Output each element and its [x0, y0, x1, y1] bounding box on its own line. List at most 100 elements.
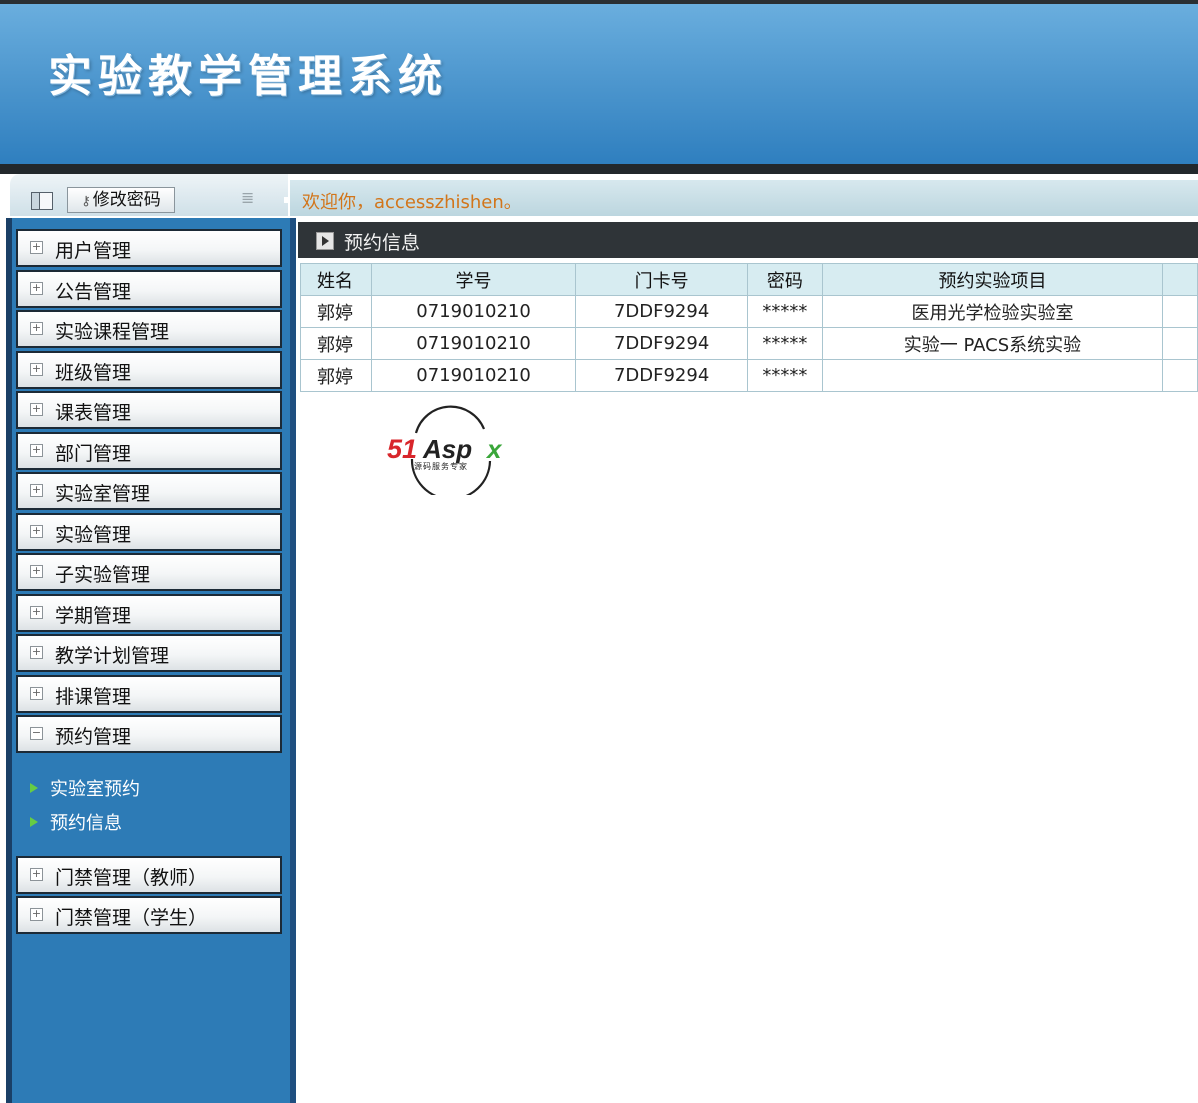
sidebar-menu-label: 部门管理	[55, 443, 132, 465]
sidebar-menu-item[interactable]: + 教学计划管理	[16, 634, 282, 672]
expand-icon: +	[30, 240, 43, 254]
expand-icon: +	[30, 443, 43, 457]
change-password-button[interactable]: ⚷ 修改密码	[67, 187, 175, 213]
expand-icon: +	[30, 362, 43, 376]
cell-project: 医用光学检验实验室	[821, 295, 1164, 328]
svg-text:51: 51	[387, 434, 417, 464]
column-header: 门卡号	[575, 263, 748, 296]
play-icon	[316, 232, 334, 250]
toggle-panel-icon[interactable]	[31, 192, 53, 210]
expand-icon: +	[30, 524, 43, 538]
arrow-right-icon	[30, 817, 38, 827]
sidebar-menu-item[interactable]: + 班级管理	[16, 351, 282, 389]
toolbar-left: ⚷ 修改密码 ≣	[10, 174, 288, 216]
sidebar-menu-item[interactable]: + 门禁管理（教师）	[16, 856, 282, 894]
sidebar-menu-label: 门禁管理（教师）	[55, 867, 208, 889]
content-header: 预约信息	[298, 222, 1198, 258]
expand-icon: +	[30, 686, 43, 700]
sidebar-menu-item[interactable]: + 用户管理	[16, 229, 282, 267]
cell-card-no: 7DDF9294	[575, 359, 748, 392]
expand-icon: +	[30, 605, 43, 619]
welcome-text: 欢迎你，accesszhishen。	[302, 192, 522, 213]
cell-student-id: 0719010210	[370, 359, 577, 392]
cell-name: 郭婷	[300, 295, 372, 328]
cell-name: 郭婷	[300, 359, 372, 392]
column-header-extra	[1162, 263, 1198, 296]
cell-student-id: 0719010210	[370, 295, 577, 328]
sidebar-menu-item[interactable]: + 门禁管理（学生）	[16, 896, 282, 934]
toolbar-right: 欢迎你，accesszhishen。	[284, 180, 1198, 216]
sidebar-submenu-label: 实验室预约	[50, 779, 140, 800]
sidebar-menu-label: 课表管理	[55, 402, 132, 424]
sidebar-menu-item[interactable]: + 公告管理	[16, 270, 282, 308]
expand-icon: +	[30, 483, 43, 497]
svg-text:Asp: Asp	[422, 434, 472, 464]
svg-text:x: x	[485, 434, 503, 464]
cell-extra	[1162, 327, 1198, 360]
watermark-logo: 51 Asp x 源码服务专家	[387, 405, 503, 495]
table-row: 郭婷 0719010210 7DDF9294 ***** 实验一 PACS系统实…	[300, 327, 1198, 360]
cell-project	[821, 359, 1164, 392]
sidebar-menu-label: 子实验管理	[55, 564, 151, 586]
list-icon[interactable]: ≣	[241, 190, 257, 206]
table-row: 郭婷 0719010210 7DDF9294 *****	[300, 359, 1198, 392]
header-divider	[0, 164, 1198, 174]
cell-password: *****	[746, 359, 823, 392]
sidebar-menu-label: 实验管理	[55, 524, 132, 546]
cell-card-no: 7DDF9294	[575, 327, 748, 360]
sidebar-menu-item[interactable]: − 预约管理	[16, 715, 282, 753]
sidebar-menu-label: 教学计划管理	[55, 645, 170, 667]
bullet-icon	[284, 197, 290, 203]
cell-project: 实验一 PACS系统实验	[821, 327, 1164, 360]
table-row: 郭婷 0719010210 7DDF9294 ***** 医用光学检验实验室	[300, 295, 1198, 328]
cell-extra	[1162, 295, 1198, 328]
table-header-row: 姓名 学号 门卡号 密码 预约实验项目	[300, 263, 1198, 296]
sidebar-submenu-item[interactable]: 预约信息	[30, 809, 122, 835]
sidebar-menu-item[interactable]: + 实验室管理	[16, 472, 282, 510]
sidebar-menu-item[interactable]: + 学期管理	[16, 594, 282, 632]
expand-icon: +	[30, 321, 43, 335]
sidebar-menu-label: 预约管理	[55, 726, 132, 748]
cell-name: 郭婷	[300, 327, 372, 360]
sidebar-menu-item[interactable]: + 实验管理	[16, 513, 282, 551]
sidebar-menu-item[interactable]: + 实验课程管理	[16, 310, 282, 348]
app-title: 实验教学管理系统	[48, 51, 448, 102]
sidebar-menu-label: 用户管理	[55, 240, 132, 262]
cell-extra	[1162, 359, 1198, 392]
expand-icon: +	[30, 402, 43, 416]
arrow-right-icon	[30, 783, 38, 793]
sidebar-menu-label: 班级管理	[55, 362, 132, 384]
column-header: 学号	[370, 263, 577, 296]
sidebar-menu-label: 排课管理	[55, 686, 132, 708]
column-header: 密码	[746, 263, 823, 296]
sidebar-submenu-item[interactable]: 实验室预约	[30, 775, 140, 801]
expand-icon: +	[30, 281, 43, 295]
sidebar-menu-label: 公告管理	[55, 281, 132, 303]
sidebar-submenu-label: 预约信息	[50, 813, 122, 834]
column-header: 姓名	[300, 263, 372, 296]
content-title: 预约信息	[344, 232, 421, 254]
cell-card-no: 7DDF9294	[575, 295, 748, 328]
column-header: 预约实验项目	[821, 263, 1164, 296]
cell-student-id: 0719010210	[370, 327, 577, 360]
sidebar-menu-label: 实验室管理	[55, 483, 151, 505]
sidebar-menu-label: 学期管理	[55, 605, 132, 627]
cell-password: *****	[746, 295, 823, 328]
key-icon: ⚷	[81, 194, 91, 209]
watermark-tagline: 源码服务专家	[414, 461, 468, 471]
expand-icon: +	[30, 645, 43, 659]
cell-password: *****	[746, 327, 823, 360]
expand-icon: +	[30, 867, 43, 881]
collapse-icon: −	[30, 726, 43, 740]
reservation-table: 姓名 学号 门卡号 密码 预约实验项目 郭婷 0719010210 7DDF92…	[300, 263, 1198, 392]
sidebar-menu-item[interactable]: + 部门管理	[16, 432, 282, 470]
sidebar-menu-label: 实验课程管理	[55, 321, 170, 343]
sidebar-menu-item[interactable]: + 排课管理	[16, 675, 282, 713]
sidebar-menu-label: 门禁管理（学生）	[55, 907, 208, 929]
expand-icon: +	[30, 907, 43, 921]
change-password-label: 修改密码	[92, 190, 161, 210]
sidebar-menu-item[interactable]: + 课表管理	[16, 391, 282, 429]
sidebar-edge	[290, 218, 296, 1103]
expand-icon: +	[30, 564, 43, 578]
sidebar-menu-item[interactable]: + 子实验管理	[16, 553, 282, 591]
